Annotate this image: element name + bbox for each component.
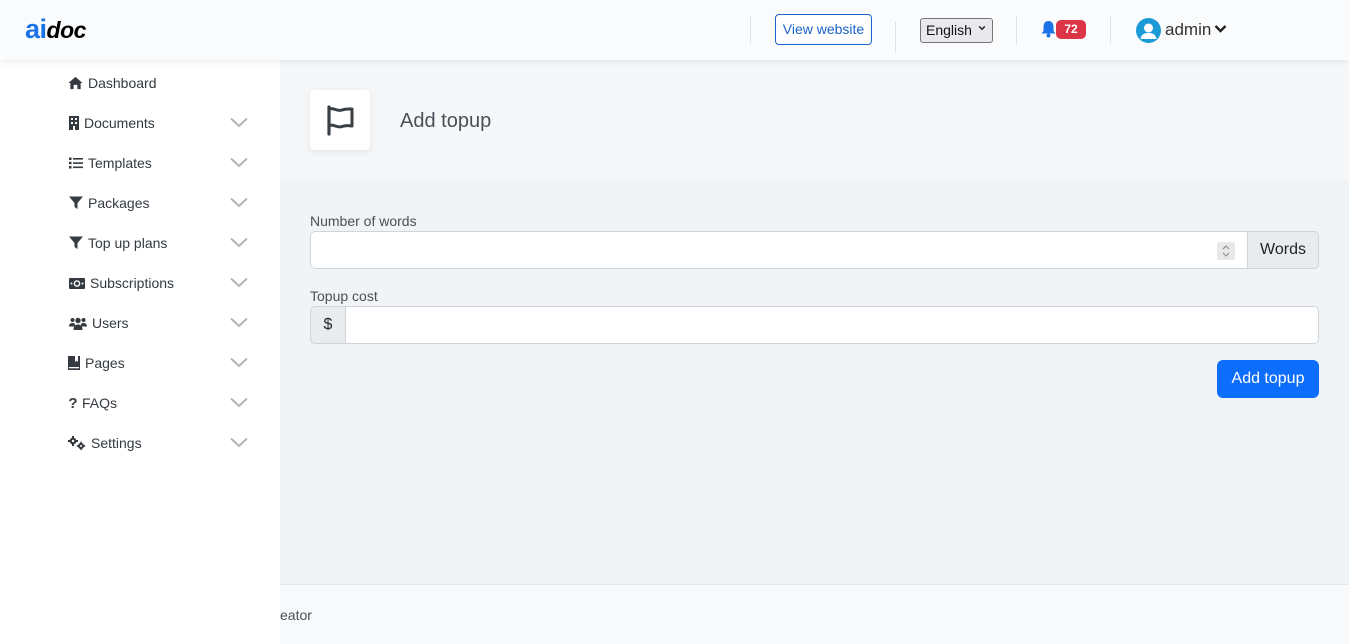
- sidebar-item-subscriptions[interactable]: Subscriptions: [68, 269, 253, 297]
- sidebar-item-label: FAQs: [82, 395, 118, 411]
- chevron-down-icon[interactable]: [230, 117, 248, 128]
- sidebar-item-packages[interactable]: Packages: [68, 189, 253, 217]
- sidebar-item-users[interactable]: Users: [68, 309, 253, 337]
- sidebar-item-pages[interactable]: Pages: [68, 349, 253, 377]
- language-select[interactable]: English: [920, 18, 993, 43]
- filter-icon: [68, 236, 83, 250]
- top-header: aidoc View website English 72 admin: [0, 0, 1349, 60]
- flag-icon: [327, 105, 354, 136]
- sidebar: Dashboard Documents Templates Packages T…: [0, 60, 280, 644]
- cost-input-group: $: [310, 306, 1319, 344]
- sidebar-item-documents[interactable]: Documents: [68, 109, 253, 137]
- list-icon: [68, 156, 83, 170]
- user-icon: [1140, 23, 1157, 39]
- sidebar-item-label: Top up plans: [88, 235, 168, 251]
- logo-doc: doc: [46, 17, 87, 43]
- page-title-bar: Add topup: [280, 60, 1349, 180]
- sidebar-item-settings[interactable]: Settings: [68, 429, 253, 457]
- home-icon: [68, 76, 83, 90]
- chevron-down-icon[interactable]: [230, 437, 248, 448]
- divider: [1110, 16, 1111, 44]
- words-addon: Words: [1248, 231, 1319, 269]
- users-icon: [68, 316, 87, 330]
- sidebar-item-label: Dashboard: [88, 75, 157, 91]
- cost-label: Topup cost: [310, 288, 378, 304]
- chevron-down-icon: [978, 25, 986, 31]
- chevron-down-icon[interactable]: [1214, 24, 1227, 34]
- sidebar-item-label: Subscriptions: [90, 275, 175, 291]
- sidebar-item-top-up-plans[interactable]: Top up plans: [68, 229, 253, 257]
- sidebar-item-label: Documents: [84, 115, 155, 131]
- chevron-down-icon[interactable]: [230, 197, 248, 208]
- footer: eator: [280, 584, 1349, 644]
- footer-text: eator: [280, 607, 312, 623]
- logo-ai: ai: [25, 14, 47, 44]
- sidebar-item-faqs[interactable]: ? FAQs: [68, 389, 253, 417]
- book-icon: [68, 356, 80, 370]
- page-title: Add topup: [400, 110, 492, 132]
- cost-input[interactable]: [345, 306, 1319, 344]
- number-spinner[interactable]: [1217, 242, 1235, 260]
- view-website-button[interactable]: View website: [775, 14, 872, 45]
- cogs-icon: [68, 436, 86, 450]
- user-avatar[interactable]: [1136, 18, 1161, 43]
- filter-icon: [68, 196, 83, 210]
- language-selected: English: [926, 22, 972, 38]
- bell-icon[interactable]: [1040, 20, 1057, 38]
- sidebar-item-label: Packages: [88, 195, 150, 211]
- chevron-down-icon[interactable]: [230, 157, 248, 168]
- chevron-down-icon[interactable]: [230, 357, 248, 368]
- user-name[interactable]: admin: [1165, 20, 1211, 40]
- sidebar-item-label: Users: [92, 315, 129, 331]
- divider: [1016, 16, 1017, 44]
- sidebar-item-label: Settings: [91, 435, 142, 451]
- logo[interactable]: aidoc: [25, 14, 86, 45]
- currency-prefix: $: [310, 306, 345, 344]
- divider: [750, 16, 751, 44]
- notification-badge: 72: [1056, 20, 1086, 39]
- question-icon: ?: [68, 394, 78, 412]
- divider: [895, 22, 896, 52]
- sidebar-item-templates[interactable]: Templates: [68, 149, 253, 177]
- sidebar-item-label: Templates: [88, 155, 152, 171]
- chevron-down-icon[interactable]: [230, 317, 248, 328]
- page-title-icon-box: [310, 90, 370, 150]
- sidebar-item-label: Pages: [85, 355, 125, 371]
- words-input-group: Words: [310, 231, 1319, 269]
- spinner-arrows-icon: [1222, 245, 1230, 257]
- chevron-down-icon[interactable]: [230, 237, 248, 248]
- chevron-down-icon[interactable]: [230, 277, 248, 288]
- chevron-down-icon[interactable]: [230, 397, 248, 408]
- add-topup-button[interactable]: Add topup: [1217, 360, 1319, 398]
- money-bill-icon: [68, 276, 85, 290]
- main-content: Add topup Number of words Words Topup co…: [280, 60, 1349, 584]
- words-input[interactable]: [310, 231, 1248, 269]
- words-label: Number of words: [310, 213, 417, 229]
- sidebar-item-dashboard[interactable]: Dashboard: [68, 69, 253, 97]
- building-icon: [68, 116, 79, 130]
